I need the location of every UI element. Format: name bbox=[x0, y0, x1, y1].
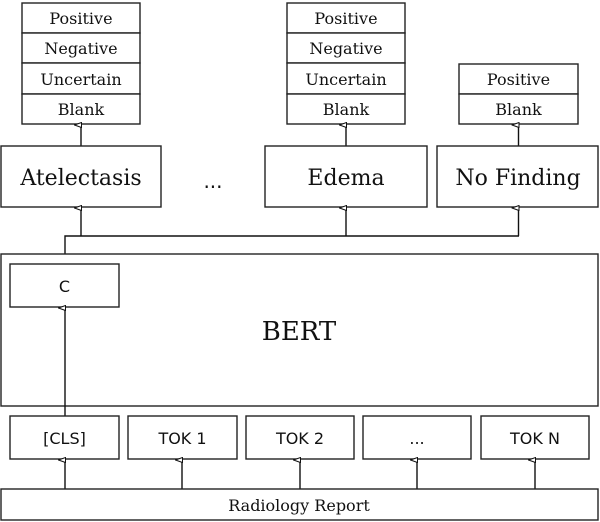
label-stack-no-finding: Positive Blank bbox=[458, 63, 579, 125]
label-text: Blank bbox=[495, 100, 542, 119]
label-text: Positive bbox=[49, 9, 112, 28]
token-box-2: TOK 2 bbox=[245, 415, 355, 460]
token-label: [CLS] bbox=[43, 429, 86, 448]
label-text: Negative bbox=[309, 39, 382, 58]
radiology-report-box: Radiology Report bbox=[0, 488, 599, 521]
token-label: TOK N bbox=[509, 429, 560, 448]
finding-label: Atelectasis bbox=[19, 166, 141, 191]
label-text: Positive bbox=[487, 70, 550, 89]
finding-label: Edema bbox=[307, 166, 384, 191]
radiology-report-label: Radiology Report bbox=[228, 496, 370, 515]
token-label: TOK 1 bbox=[157, 429, 206, 448]
finding-box-no-finding: No Finding bbox=[436, 145, 599, 208]
label-text: Blank bbox=[58, 100, 105, 119]
label-text: Positive bbox=[314, 9, 377, 28]
finding-label: No Finding bbox=[455, 166, 580, 191]
finding-box-atelectasis: Atelectasis bbox=[0, 145, 162, 208]
finding-box-edema: Edema bbox=[264, 145, 428, 208]
token-label: TOK 2 bbox=[275, 429, 324, 448]
token-label: ... bbox=[409, 429, 424, 448]
cls-output-box: C bbox=[9, 263, 120, 308]
bert-label: BERT bbox=[262, 317, 337, 347]
label-stack-edema: Positive Negative Uncertain Blank bbox=[286, 2, 406, 125]
bert-chexpert-diagram: Positive Negative Uncertain Blank Positi… bbox=[0, 2, 599, 521]
label-text: Negative bbox=[44, 39, 117, 58]
findings-ellipsis: ... bbox=[203, 169, 222, 193]
label-text: Blank bbox=[323, 100, 370, 119]
token-box-n: TOK N bbox=[480, 415, 590, 460]
label-text: Uncertain bbox=[305, 70, 386, 89]
token-box-cls: [CLS] bbox=[9, 415, 120, 460]
token-box-1: TOK 1 bbox=[127, 415, 238, 460]
cls-output-label: C bbox=[59, 277, 70, 296]
label-text: Uncertain bbox=[40, 70, 121, 89]
label-stack-atelectasis: Positive Negative Uncertain Blank bbox=[21, 2, 141, 125]
token-box-ellipsis: ... bbox=[362, 415, 472, 460]
